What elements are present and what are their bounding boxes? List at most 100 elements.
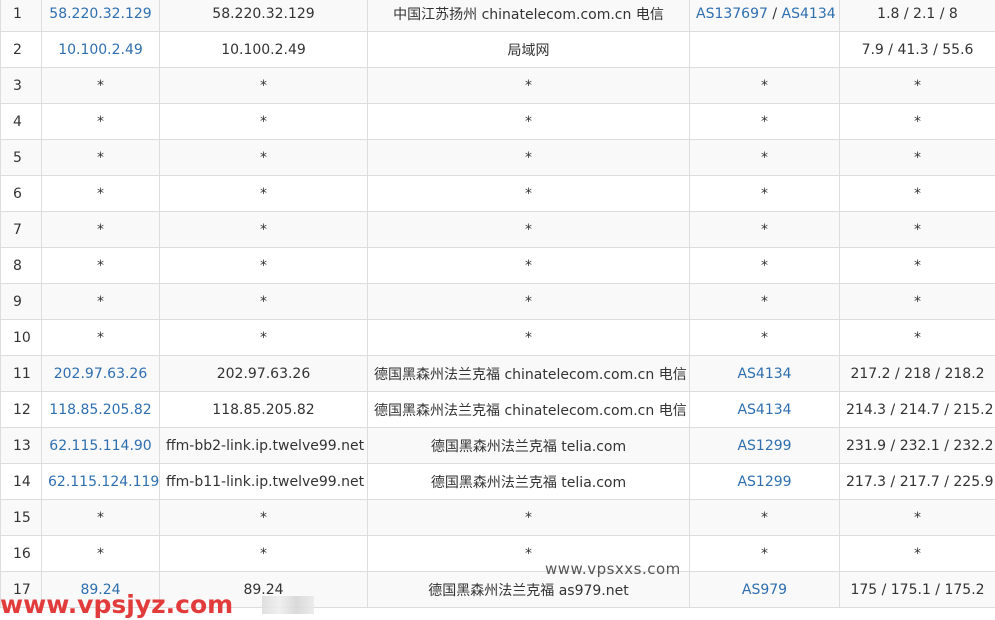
hostname-cell: * bbox=[159, 535, 368, 572]
asn-empty: * bbox=[761, 329, 768, 346]
rtt-cell: * bbox=[839, 535, 995, 572]
hostname-cell: * bbox=[159, 139, 368, 176]
table-row: 10 * * * * * bbox=[0, 319, 995, 356]
table-row: 12 118.85.205.82 118.85.205.82 德国黑森州法兰克福 ch… bbox=[0, 391, 995, 428]
rtt-cell: 217.2 / 218 / 218.2 bbox=[839, 355, 995, 392]
hostname-cell: * bbox=[159, 103, 368, 140]
hop-cell: 12 bbox=[0, 391, 42, 428]
asn-empty: * bbox=[761, 509, 768, 526]
location-cell: 德国黑森州法兰克福 telia.com bbox=[367, 463, 690, 500]
ip-cell: 118.85.205.82 bbox=[41, 391, 160, 428]
table-row: 16 * * * * * bbox=[0, 535, 995, 572]
hostname-cell: * bbox=[159, 283, 368, 320]
hop-cell: 14 bbox=[0, 463, 42, 500]
rtt-cell: * bbox=[839, 103, 995, 140]
hop-cell: 13 bbox=[0, 427, 42, 464]
hostname-cell: * bbox=[159, 319, 368, 356]
hop-cell: 1 bbox=[0, 0, 42, 32]
location-cell: 局域网 bbox=[367, 31, 690, 68]
hostname-cell: ffm-bb2-link.ip.twelve99.net bbox=[159, 427, 368, 464]
rtt-cell: * bbox=[839, 175, 995, 212]
ip-cell: * bbox=[41, 535, 160, 572]
asn-link[interactable]: AS1299 bbox=[737, 474, 791, 490]
asn-cell: * bbox=[689, 211, 840, 248]
table-row: 8 * * * * * bbox=[0, 247, 995, 284]
hop-cell: 3 bbox=[0, 67, 42, 104]
table-row: 15 * * * * * bbox=[0, 499, 995, 536]
hop-cell: 10 bbox=[0, 319, 42, 356]
table-row: 1 58.220.32.129 58.220.32.129 中国江苏扬州 chinat… bbox=[0, 0, 995, 32]
rtt-cell: 175 / 175.1 / 175.2 bbox=[839, 571, 995, 608]
ip-link[interactable]: 58.220.32.129 bbox=[49, 6, 151, 22]
asn-cell bbox=[689, 31, 840, 68]
ip-cell: * bbox=[41, 247, 160, 284]
hostname-cell: 58.220.32.129 bbox=[159, 0, 368, 32]
location-cell: 中国江苏扬州 chinatelecom.com.cn 电信 bbox=[367, 0, 690, 32]
location-cell: * bbox=[367, 67, 690, 104]
asn-link[interactable]: AS4134 bbox=[737, 366, 791, 382]
asn-cell: * bbox=[689, 247, 840, 284]
asn-link[interactable]: AS137697 bbox=[696, 6, 768, 22]
hostname-cell: 202.97.63.26 bbox=[159, 355, 368, 392]
rtt-cell: 7.9 / 41.3 / 55.6 bbox=[839, 31, 995, 68]
location-cell: * bbox=[367, 175, 690, 212]
asn-cell: AS137697 / AS4134 bbox=[689, 0, 840, 32]
table-row: 3 * * * * * bbox=[0, 67, 995, 104]
asn-cell: AS4134 bbox=[689, 355, 840, 392]
location-cell: * bbox=[367, 103, 690, 140]
ip-link[interactable]: 202.97.63.26 bbox=[54, 366, 148, 382]
asn-cell: AS1299 bbox=[689, 463, 840, 500]
ip-cell: * bbox=[41, 139, 160, 176]
hop-cell: 6 bbox=[0, 175, 42, 212]
hostname-cell: ffm-b11-link.ip.twelve99.net bbox=[159, 463, 368, 500]
hop-cell: 8 bbox=[0, 247, 42, 284]
ip-cell: * bbox=[41, 67, 160, 104]
asn-empty: * bbox=[761, 149, 768, 166]
traceroute-table: 1 58.220.32.129 58.220.32.129 中国江苏扬州 chinat… bbox=[0, 0, 995, 608]
hop-cell: 16 bbox=[0, 535, 42, 572]
rtt-cell: * bbox=[839, 67, 995, 104]
asn-cell: * bbox=[689, 67, 840, 104]
hop-cell: 5 bbox=[0, 139, 42, 176]
rtt-cell: * bbox=[839, 499, 995, 536]
location-cell: * bbox=[367, 139, 690, 176]
hostname-cell: * bbox=[159, 211, 368, 248]
asn-link[interactable]: AS4134 bbox=[737, 402, 791, 418]
location-cell: * bbox=[367, 319, 690, 356]
table-row: 6 * * * * * bbox=[0, 175, 995, 212]
asn-link[interactable]: AS979 bbox=[742, 582, 787, 598]
ip-link[interactable]: 118.85.205.82 bbox=[49, 402, 151, 418]
asn-cell: AS979 bbox=[689, 571, 840, 608]
rtt-cell: * bbox=[839, 139, 995, 176]
rtt-cell: 217.3 / 217.7 / 225.9 bbox=[839, 463, 995, 500]
watermark-corner: www.vpsjyz.com bbox=[0, 590, 234, 619]
table-row: 4 * * * * * bbox=[0, 103, 995, 140]
table-row: 7 * * * * * bbox=[0, 211, 995, 248]
location-cell: 德国黑森州法兰克福 telia.com bbox=[367, 427, 690, 464]
table-row: 14 62.115.124.119 ffm-b11-link.ip.twelve99… bbox=[0, 463, 995, 500]
ip-link[interactable]: 62.115.124.119 bbox=[48, 474, 159, 490]
ip-cell: * bbox=[41, 283, 160, 320]
ip-cell: * bbox=[41, 175, 160, 212]
ip-link[interactable]: 10.100.2.49 bbox=[58, 42, 143, 58]
asn-cell: AS4134 bbox=[689, 391, 840, 428]
ip-cell: * bbox=[41, 211, 160, 248]
rtt-cell: * bbox=[839, 319, 995, 356]
traceroute-body: 1 58.220.32.129 58.220.32.129 中国江苏扬州 chinat… bbox=[0, 0, 995, 608]
hostname-cell: 10.100.2.49 bbox=[159, 31, 368, 68]
asn-empty: * bbox=[761, 545, 768, 562]
table-row: 9 * * * * * bbox=[0, 283, 995, 320]
ip-cell: * bbox=[41, 319, 160, 356]
table-row: 11 202.97.63.26 202.97.63.26 德国黑森州法兰克福 chin… bbox=[0, 355, 995, 392]
hop-cell: 9 bbox=[0, 283, 42, 320]
ip-link[interactable]: 62.115.114.90 bbox=[49, 438, 151, 454]
location-cell: * bbox=[367, 247, 690, 284]
table-row: 5 * * * * * bbox=[0, 139, 995, 176]
asn-cell: * bbox=[689, 499, 840, 536]
ip-cell: * bbox=[41, 499, 160, 536]
asn-cell: * bbox=[689, 103, 840, 140]
hostname-cell: * bbox=[159, 499, 368, 536]
hop-cell: 15 bbox=[0, 499, 42, 536]
asn-link[interactable]: AS1299 bbox=[737, 438, 791, 454]
asn-link[interactable]: AS4134 bbox=[782, 6, 836, 22]
